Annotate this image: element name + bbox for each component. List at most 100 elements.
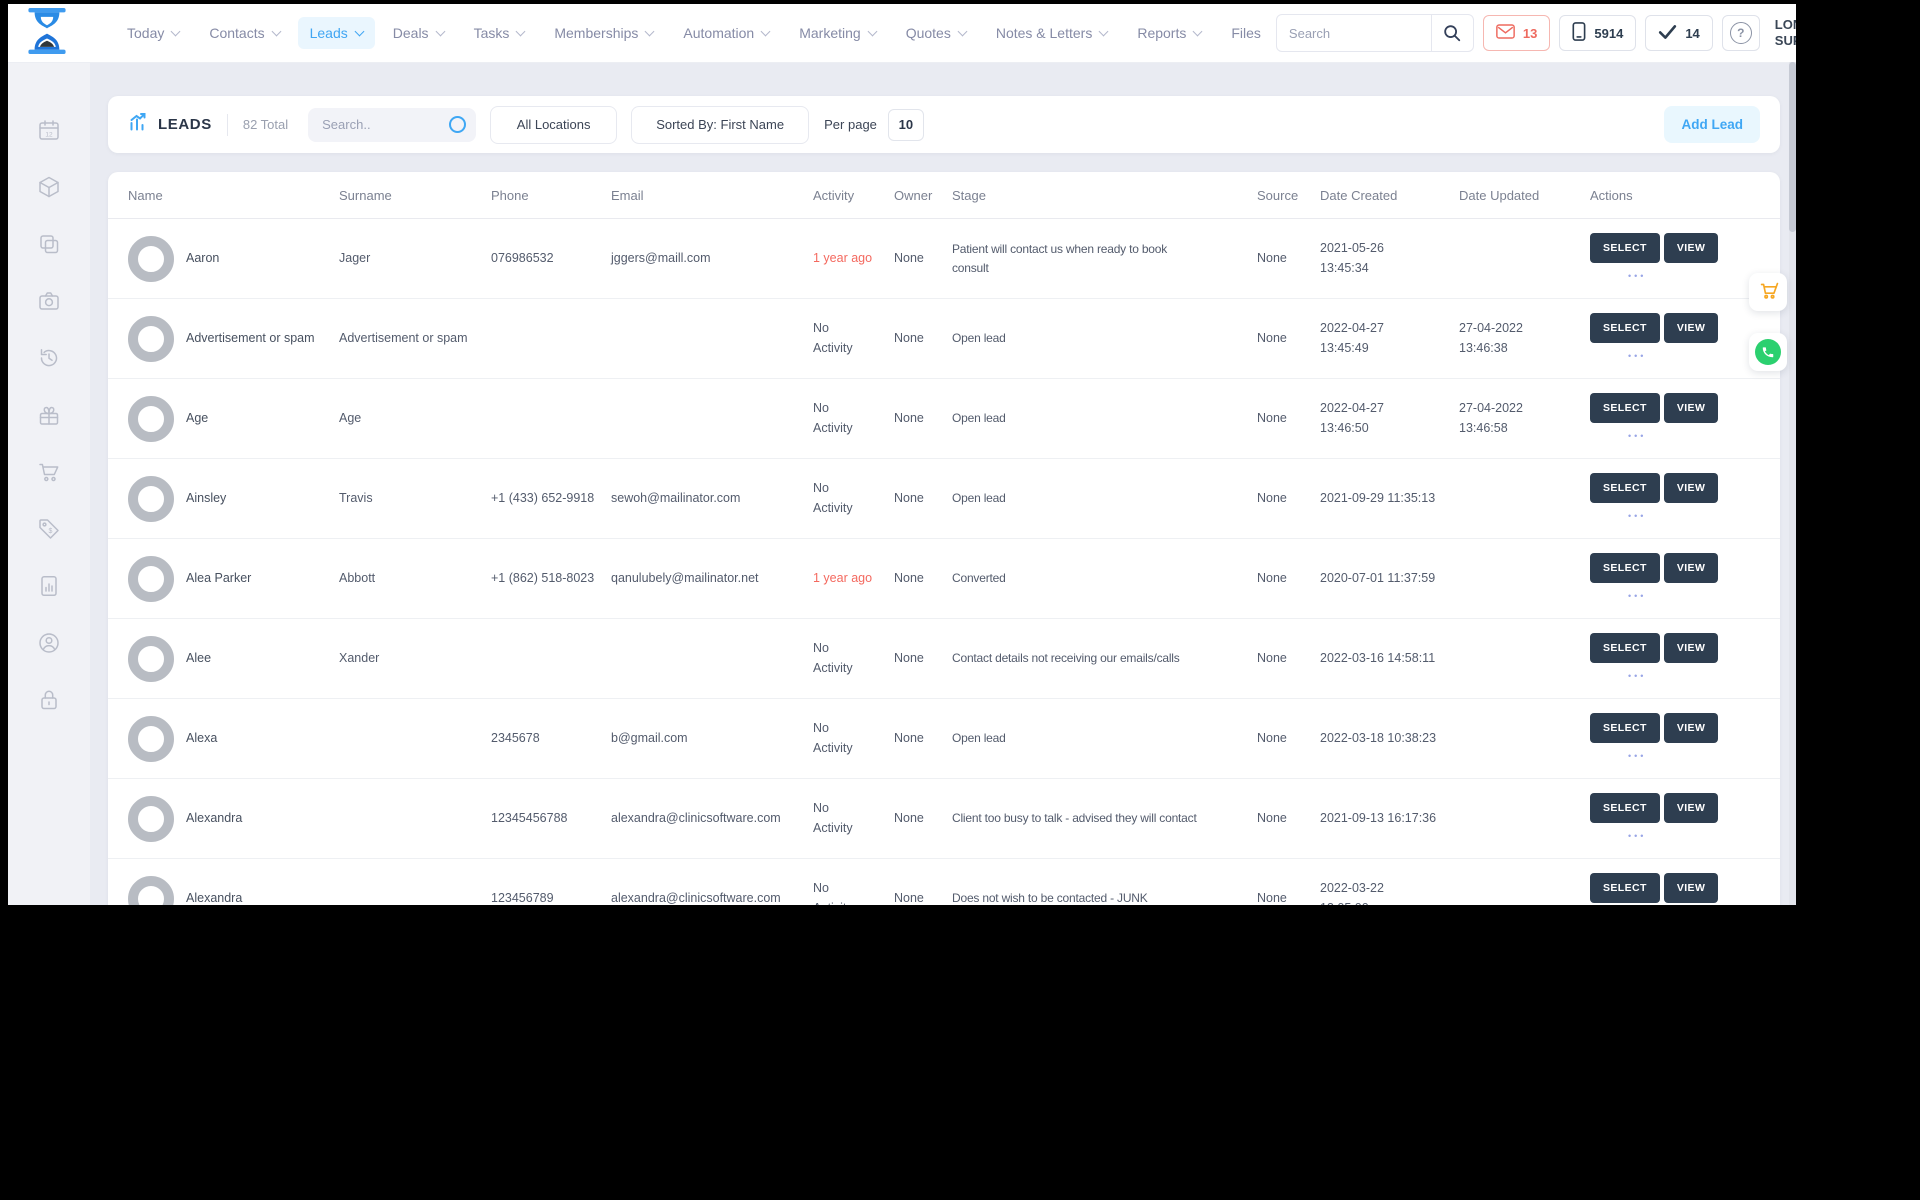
nav-item-notes-letters[interactable]: Notes & Letters <box>984 17 1120 49</box>
sort-filter[interactable]: Sorted By: First Name <box>631 105 810 144</box>
cart-floating-button[interactable] <box>1749 273 1787 311</box>
leads-search-input[interactable] <box>320 116 450 133</box>
table-row: Alexa 2345678 b@gmail.com No Activity None Op… <box>108 699 1780 779</box>
view-button[interactable]: VIEW <box>1663 393 1719 424</box>
name-cell: Alexa <box>128 715 339 762</box>
cart-icon <box>1757 279 1779 306</box>
nav-item-reports[interactable]: Reports <box>1125 17 1213 49</box>
nav-item-files[interactable]: Files <box>1219 17 1273 49</box>
date-created-cell: 2022-03-16 14:58:11 <box>1320 649 1459 668</box>
scrollbar[interactable] <box>1789 62 1796 905</box>
chevron-down-icon <box>644 26 655 36</box>
select-button[interactable]: SELECT <box>1590 393 1660 424</box>
chevron-down-icon <box>170 26 181 36</box>
sidebar-item-cart[interactable] <box>34 462 64 486</box>
view-button[interactable]: VIEW <box>1663 553 1719 584</box>
nav-item-today[interactable]: Today <box>115 17 191 49</box>
sidebar-item-cube[interactable] <box>34 176 64 201</box>
select-button[interactable]: SELECT <box>1590 233 1660 264</box>
table-row: Alexandra 12345456788 alexandra@clinicsoft… <box>108 779 1780 859</box>
surname-cell: Xander <box>339 650 380 665</box>
sidebar-item-lock[interactable] <box>34 690 64 714</box>
name-cell: Advertisement or spam <box>128 315 339 362</box>
nav-item-contacts[interactable]: Contacts <box>197 17 291 49</box>
sidebar-item-report[interactable] <box>34 575 64 600</box>
actions-cell: SELECTVIEW ••• <box>1590 313 1760 364</box>
select-button[interactable]: SELECT <box>1590 313 1660 344</box>
name-cell: Aaron <box>128 235 339 282</box>
sidebar-item-tags[interactable]: $ <box>34 518 64 543</box>
more-actions-button[interactable]: ••• <box>1628 270 1646 284</box>
more-actions-button[interactable]: ••• <box>1628 590 1646 604</box>
actions-cell: SELECTVIEW ••• <box>1590 553 1760 604</box>
avatar <box>128 875 174 905</box>
avatar <box>128 235 174 282</box>
more-actions-button[interactable]: ••• <box>1628 350 1646 364</box>
column-header-email: Email <box>611 187 644 203</box>
select-button[interactable]: SELECT <box>1590 553 1660 584</box>
search-input[interactable] <box>1276 25 1431 41</box>
search-ring-icon[interactable] <box>449 116 467 133</box>
view-button[interactable]: VIEW <box>1663 233 1719 264</box>
created-datetime: 2021-09-29 11:35:13 <box>1320 490 1436 505</box>
sidebar-item-history[interactable] <box>34 348 64 372</box>
app-logo[interactable] <box>22 7 72 58</box>
sort-filter-label: Sorted By: First Name <box>656 117 785 132</box>
view-button[interactable]: VIEW <box>1663 633 1719 664</box>
select-button[interactable]: SELECT <box>1590 793 1660 824</box>
nav-item-deals[interactable]: Deals <box>381 17 456 49</box>
more-actions-button[interactable]: ••• <box>1628 670 1646 684</box>
scrollbar-thumb[interactable] <box>1789 62 1796 232</box>
view-button[interactable]: VIEW <box>1663 873 1719 904</box>
avatar <box>128 635 174 682</box>
help-button[interactable]: ? <box>1721 15 1760 51</box>
sidebar-item-gift[interactable] <box>34 405 64 429</box>
more-actions-button[interactable]: ••• <box>1628 830 1646 844</box>
select-button[interactable]: SELECT <box>1590 473 1660 504</box>
tasks-badge[interactable]: 14 <box>1645 15 1713 51</box>
phone-count: 5914 <box>1594 25 1624 41</box>
email-cell: jggers@maill.com <box>611 250 711 265</box>
avatar <box>128 395 174 442</box>
name-cell: Ainsley <box>128 475 339 522</box>
phone-cell: +1 (862) 518-8023 <box>491 570 595 585</box>
view-button[interactable]: VIEW <box>1663 713 1719 744</box>
select-button[interactable]: SELECT <box>1590 633 1660 664</box>
sidebar-item-camera[interactable] <box>34 291 64 315</box>
more-actions-button[interactable]: ••• <box>1628 510 1646 524</box>
location-filter[interactable]: All Locations <box>490 105 618 144</box>
stage-text: Contact details not receiving our emails… <box>952 651 1180 666</box>
nav-item-quotes[interactable]: Quotes <box>894 17 978 49</box>
sidebar-item-calendar[interactable]: 12 <box>34 119 64 144</box>
per-page-input[interactable]: 10 <box>887 108 924 141</box>
surname-cell: Jager <box>339 250 371 265</box>
view-button[interactable]: VIEW <box>1663 473 1719 504</box>
avatar <box>128 715 174 762</box>
select-button[interactable]: SELECT <box>1590 713 1660 744</box>
nav-item-marketing[interactable]: Marketing <box>787 17 887 49</box>
nav-item-tasks[interactable]: Tasks <box>462 17 537 49</box>
phone-badge[interactable]: 5914 <box>1559 15 1637 51</box>
updated-date: 27-04-2022 <box>1459 401 1523 416</box>
more-actions-button[interactable]: ••• <box>1628 750 1646 764</box>
add-lead-button[interactable]: Add Lead <box>1664 106 1760 143</box>
view-button[interactable]: VIEW <box>1663 313 1719 344</box>
mail-badge[interactable]: 13 <box>1482 15 1551 51</box>
more-actions-button[interactable]: ••• <box>1628 430 1646 444</box>
source-cell: None <box>1257 410 1287 425</box>
date-created-cell: 2022-04-27 13:46:50 <box>1320 399 1459 438</box>
question-icon: ? <box>1729 22 1752 44</box>
source-cell: None <box>1257 330 1287 345</box>
camera-icon <box>37 289 61 318</box>
lead-name: Alexandra <box>186 810 243 825</box>
sidebar-item-copy[interactable] <box>34 234 64 258</box>
sidebar-item-account[interactable] <box>34 632 64 657</box>
view-button[interactable]: VIEW <box>1663 793 1719 824</box>
select-button[interactable]: SELECT <box>1590 873 1660 904</box>
whatsapp-floating-button[interactable] <box>1749 333 1787 371</box>
nav-item-memberships[interactable]: Memberships <box>542 17 665 49</box>
nav-item-leads[interactable]: Leads <box>297 17 375 49</box>
search-icon[interactable] <box>1430 15 1473 51</box>
chevron-down-icon <box>760 26 771 36</box>
nav-item-automation[interactable]: Automation <box>671 17 781 49</box>
